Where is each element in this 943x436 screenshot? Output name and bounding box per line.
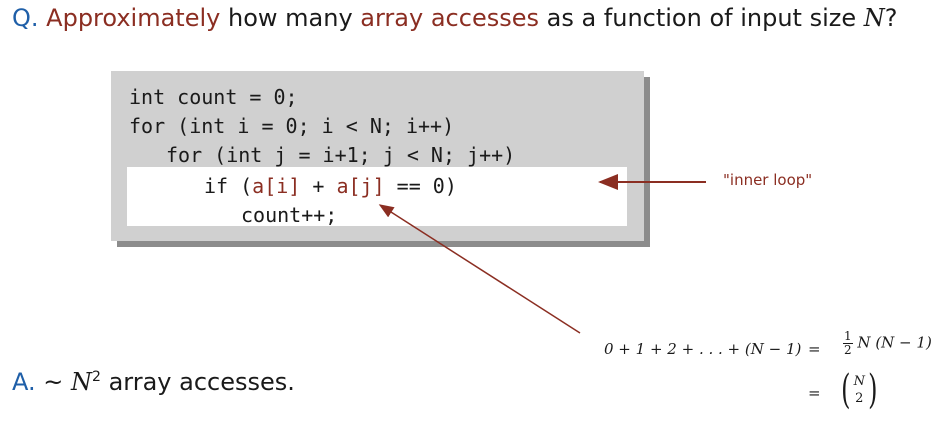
formula-eq-1: = (808, 340, 821, 358)
formula-row-1: 0 + 1 + 2 + . . . + (N − 1) (604, 340, 801, 358)
formula-fraction: 1 2 (843, 330, 853, 357)
binomial-right-paren: ) (868, 367, 878, 413)
answer-text: array accesses. (100, 368, 295, 396)
binomial-stack: N 2 (854, 373, 865, 407)
answer-var-n: N (71, 368, 93, 396)
inner-loop-label: "inner loop" (723, 171, 813, 189)
answer-prefix: A. (12, 368, 36, 396)
formula-frac-num: 1 (843, 329, 853, 344)
formula-eq-2: = (808, 384, 821, 402)
formula-lhs: 0 + 1 + 2 + . . . + (N − 1) (604, 340, 802, 358)
formula-rhs-expr: N (N − 1) (857, 333, 932, 352)
answer-tilde: ~ (43, 368, 64, 396)
formula-arrow (378, 204, 581, 334)
formula-frac-den: 2 (844, 343, 852, 357)
answer-exponent: 2 (92, 369, 101, 385)
binomial-bottom: 2 (855, 391, 864, 406)
binomial-top: N (853, 374, 865, 389)
answer-line: A. ~ N2 array accesses. (12, 368, 295, 396)
formula-binomial: ( N 2 ) (838, 370, 881, 410)
binomial-group: ( N 2 ) (838, 370, 881, 410)
binomial-left-paren: ( (841, 367, 851, 413)
formula-rhs-1: 1 2 N (N − 1) (843, 330, 932, 357)
